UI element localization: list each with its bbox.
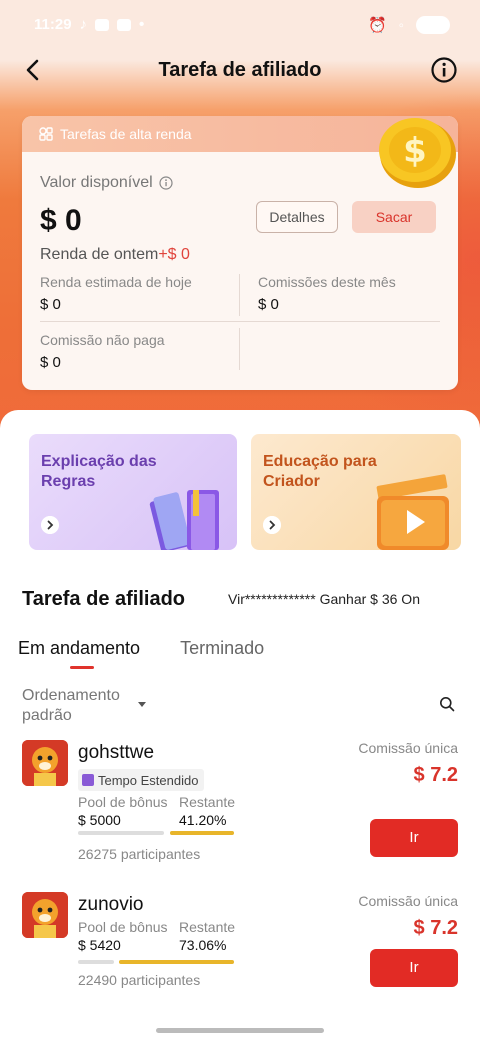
stat-today: Renda estimada de hoje $ 0: [40, 274, 192, 313]
divider-vertical-2: [239, 328, 240, 370]
remaining-label: Restante: [179, 919, 236, 935]
home-indicator: [156, 1028, 324, 1033]
info-small-icon[interactable]: [159, 176, 173, 190]
pool-bar: [78, 831, 164, 835]
remaining-value: 41.20%: [179, 812, 227, 828]
app-header: Tarefa de afiliado: [0, 44, 480, 96]
battery-icon: [416, 16, 450, 34]
rules-banner[interactable]: Explicação das Regras: [29, 434, 237, 550]
available-balance-value: $ 0: [40, 204, 82, 237]
available-label-text: Valor disponível: [40, 174, 153, 191]
card-header-label: Tarefas de alta renda: [60, 126, 192, 142]
commission-value: $ 7.2: [413, 917, 458, 939]
pool-label: Pool de bônus: [78, 794, 168, 810]
tasks-icon: [39, 127, 53, 141]
clock-icon: [82, 774, 94, 786]
task-name: gohsttwe: [78, 742, 155, 763]
stat-unpaid-label: Comissão não paga: [40, 332, 165, 348]
education-banner[interactable]: Educação para Criador: [251, 434, 461, 550]
tab-in-progress[interactable]: Em andamento: [18, 638, 140, 669]
tiger-avatar: [22, 740, 68, 786]
pool-value: $ 5420: [78, 937, 121, 953]
go-button[interactable]: Ir: [370, 819, 458, 857]
tiktok-icon: ♪: [79, 16, 88, 33]
divider-vertical: [239, 274, 240, 316]
clapperboard-icon: [376, 474, 449, 550]
sort-dropdown[interactable]: Ordenamento padrão: [22, 686, 142, 726]
stat-month: Comissões deste mês $ 0: [258, 274, 396, 313]
extended-time-tag: Tempo Estendido: [78, 769, 205, 791]
section-title: Tarefa de afiliado: [22, 588, 186, 610]
chevron-right-icon: [41, 516, 59, 534]
books-icon: [149, 490, 219, 550]
tag-label: Tempo Estendido: [98, 772, 199, 788]
yesterday-income: Renda de ontem+$ 0: [40, 246, 190, 264]
svg-text:$: $: [403, 131, 427, 171]
notification-dot-icon: •: [139, 16, 145, 33]
withdraw-button[interactable]: Sacar: [352, 201, 436, 233]
pool-value: $ 5000: [78, 812, 121, 828]
search-icon[interactable]: [439, 696, 455, 712]
go-button[interactable]: Ir: [370, 949, 458, 987]
back-arrow-icon[interactable]: [20, 56, 48, 84]
available-balance-label: Valor disponível: [40, 174, 173, 192]
income-card: Tarefas de alta renda $ Valor disponível…: [22, 116, 458, 390]
remaining-label: Restante: [179, 794, 236, 810]
participants-count: 26275 participantes: [78, 846, 201, 862]
caret-down-icon[interactable]: [138, 702, 146, 707]
task-name: zunovio: [78, 894, 144, 915]
chevron-right-icon: [263, 516, 281, 534]
task-tabs: Em andamento Terminado: [18, 638, 264, 669]
stat-unpaid-value: $ 0: [40, 354, 61, 371]
remaining-bar-fill: [119, 960, 234, 964]
tiger-avatar: [22, 892, 68, 938]
commission-label: Comissão única: [358, 740, 458, 756]
participants-count: 22490 participantes: [78, 972, 201, 988]
status-time: 11:29: [34, 16, 72, 33]
content-sheet: Explicação das Regras Educação para Cria…: [0, 410, 480, 1040]
remaining-bar-fill: [170, 831, 234, 835]
commission-label: Comissão única: [358, 893, 458, 909]
pool-label: Pool de bônus: [78, 919, 168, 935]
remaining-value: 73.06%: [179, 937, 227, 953]
info-icon[interactable]: [430, 56, 458, 84]
details-button[interactable]: Detalhes: [256, 201, 338, 233]
stat-month-label: Comissões deste mês: [258, 274, 396, 290]
gold-coin-icon: $: [379, 118, 456, 188]
stat-unpaid: Comissão não paga $ 0: [40, 332, 165, 371]
stat-today-label: Renda estimada de hoje: [40, 274, 192, 290]
page-title: Tarefa de afiliado: [158, 58, 322, 81]
tab-finished[interactable]: Terminado: [180, 638, 264, 659]
alarm-icon: ⏰: [367, 17, 387, 34]
divider-horizontal: [40, 321, 440, 322]
stat-today-value: $ 0: [40, 296, 61, 313]
youtube-icon: [95, 18, 110, 31]
youtube-icon-2: [117, 18, 132, 31]
signal-icon: ◦: [398, 16, 404, 34]
earnings-ticker: Vir************* Ganhar $ 36 On: [228, 591, 420, 607]
pool-bar: [78, 960, 114, 964]
commission-value: $ 7.2: [413, 764, 458, 786]
yesterday-income-label: Renda de ontem: [40, 246, 159, 263]
stat-month-value: $ 0: [258, 296, 279, 313]
yesterday-income-value: +$ 0: [158, 246, 190, 263]
